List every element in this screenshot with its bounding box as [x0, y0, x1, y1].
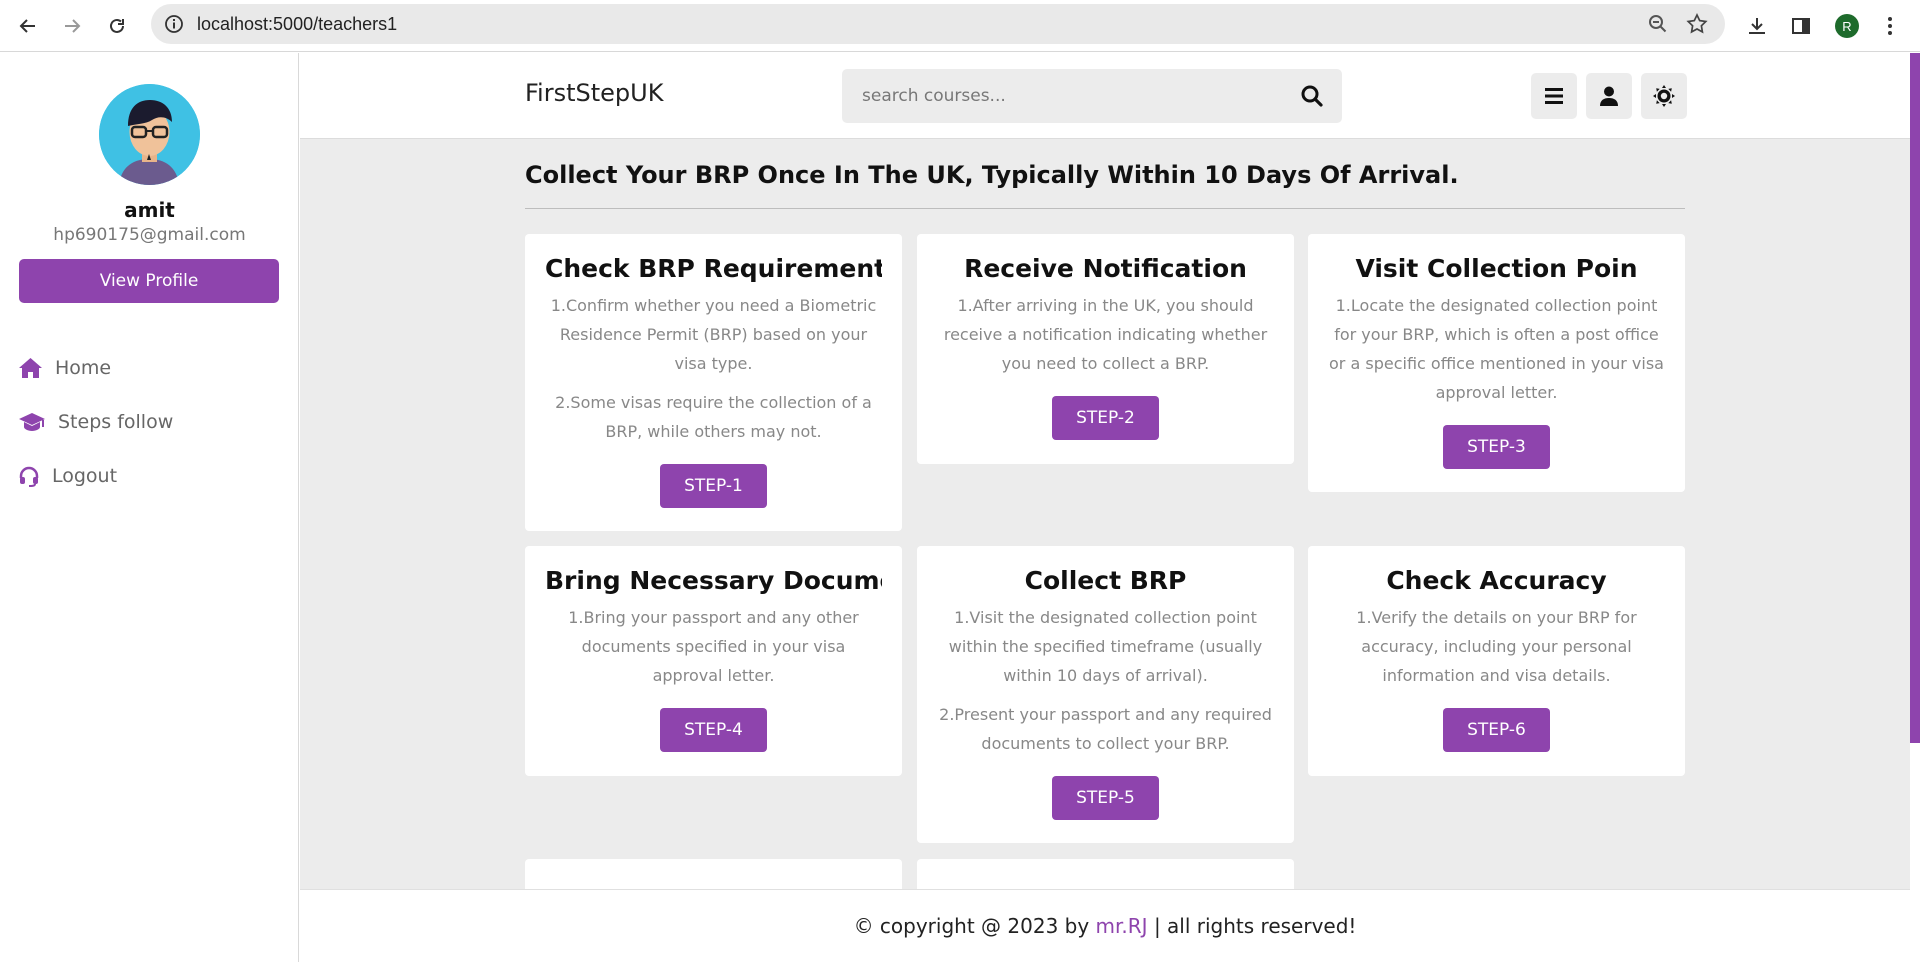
card-title: Bring Necessary Documents: [545, 566, 882, 595]
step-4-button[interactable]: STEP-4: [660, 708, 767, 752]
profile-name: amit: [124, 198, 175, 222]
step-card-1: Check BRP Requirement 1.Confirm whether …: [525, 234, 902, 531]
card-text: 1.Locate the designated collection point…: [1329, 296, 1664, 402]
step-card-3: Visit Collection Poin 1.Locate the desig…: [1308, 234, 1685, 492]
scrollbar-thumb[interactable]: [1910, 53, 1920, 743]
browser-toolbar: localhost:5000/teachers1 R: [0, 0, 1920, 52]
step-2-button[interactable]: STEP-2: [1052, 396, 1159, 440]
forward-button[interactable]: [56, 10, 88, 42]
footer-rights: | all rights reserved!: [1153, 914, 1357, 938]
card-text: 1.Confirm whether you need a Biometric R…: [550, 296, 877, 373]
home-icon: [19, 358, 42, 378]
top-header: FirstStepUK: [300, 53, 1910, 139]
brand-logo[interactable]: FirstStepUK: [525, 79, 663, 107]
card-text: 1.Bring your passport and any other docu…: [568, 608, 859, 685]
step-card-4: Bring Necessary Documents 1.Bring your p…: [525, 546, 902, 776]
step-card-5: Collect BRP 1.Visit the designated colle…: [917, 546, 1294, 843]
arrow-right-icon: [65, 19, 81, 33]
profile-email: hp690175@gmail.com: [53, 225, 246, 245]
hamburger-menu-icon: [1545, 88, 1563, 104]
card-text: 1.After arriving in the UK, you should r…: [943, 296, 1268, 373]
title-divider: [525, 208, 1685, 209]
user-button[interactable]: [1586, 73, 1632, 119]
headset-icon: [19, 466, 39, 487]
side-panel-icon: [1792, 18, 1810, 34]
step-card-7-partial: [525, 859, 902, 889]
sidebar-item-label: Logout: [52, 465, 118, 487]
card-title: Receive Notification: [964, 254, 1247, 283]
card-text: 1.Visit the designated collection point …: [948, 608, 1263, 685]
menu-toggle-button[interactable]: [1531, 73, 1577, 119]
card-title: Check BRP Requirement: [545, 254, 882, 283]
site-info-icon[interactable]: [163, 13, 185, 35]
downloads-button[interactable]: [1741, 10, 1773, 42]
address-bar[interactable]: localhost:5000/teachers1: [151, 4, 1725, 44]
reload-button[interactable]: [101, 10, 133, 42]
scrollbar-track[interactable]: [1910, 743, 1920, 962]
main-content: Collect Your BRP Once In The UK, Typical…: [300, 139, 1910, 889]
profile-button[interactable]: R: [1831, 10, 1863, 42]
avatar: [99, 84, 200, 185]
view-profile-button[interactable]: View Profile: [19, 259, 279, 303]
search-input[interactable]: [862, 69, 1282, 123]
search-icon[interactable]: [1300, 84, 1324, 108]
arrow-left-icon: [19, 19, 35, 33]
profile-avatar-chip: R: [1835, 14, 1859, 38]
sidebar-item-logout[interactable]: Logout: [18, 459, 117, 493]
footer-copyright: © copyright @ 2023 by: [853, 914, 1090, 938]
zoom-icon[interactable]: [1647, 13, 1669, 35]
step-card-2: Receive Notification 1.After arriving in…: [917, 234, 1294, 464]
reload-icon: [110, 18, 124, 33]
card-title: Collect BRP: [1024, 566, 1187, 595]
card-text: 1.Verify the details on your BRP for acc…: [1356, 608, 1637, 685]
back-button[interactable]: [12, 10, 44, 42]
step-6-button[interactable]: STEP-6: [1443, 708, 1550, 752]
sidebar-item-steps-follow[interactable]: Steps follow: [18, 405, 173, 439]
menu-button[interactable]: [1874, 10, 1906, 42]
step-card-8-partial: [917, 859, 1294, 889]
sidebar-item-label: Steps follow: [58, 411, 174, 433]
card-title: Visit Collection Poin: [1355, 254, 1638, 283]
search-bar: [842, 69, 1342, 123]
url-text: localhost:5000/teachers1: [197, 14, 398, 34]
step-3-button[interactable]: STEP-3: [1443, 425, 1550, 469]
sidebar-item-label: Home: [55, 357, 112, 379]
kebab-menu-icon: [1888, 17, 1892, 35]
footer-author-link[interactable]: mr.RJ: [1096, 914, 1148, 938]
sun-icon: [1653, 85, 1675, 107]
page-title: Collect Your BRP Once In The UK, Typical…: [525, 161, 1459, 189]
step-5-button[interactable]: STEP-5: [1052, 776, 1159, 820]
theme-toggle-button[interactable]: [1641, 73, 1687, 119]
card-text: 2.Some visas require the collection of a…: [555, 393, 872, 441]
card-title: Check Accuracy: [1386, 566, 1607, 595]
footer: © copyright @ 2023 by mr.RJ | all rights…: [300, 889, 1910, 962]
side-panel-button[interactable]: [1785, 10, 1817, 42]
card-text: 2.Present your passport and any required…: [939, 705, 1272, 753]
graduation-cap-icon: [19, 413, 45, 431]
sidebar-item-home[interactable]: Home: [18, 351, 111, 385]
download-icon: [1749, 18, 1765, 34]
sidebar: amit hp690175@gmail.com View Profile Hom…: [0, 53, 299, 962]
bookmark-star-icon[interactable]: [1685, 12, 1709, 36]
step-card-6: Check Accuracy 1.Verify the details on y…: [1308, 546, 1685, 776]
user-avatar-illustration-icon: [99, 84, 200, 185]
user-icon: [1600, 86, 1618, 106]
step-1-button[interactable]: STEP-1: [660, 464, 767, 508]
